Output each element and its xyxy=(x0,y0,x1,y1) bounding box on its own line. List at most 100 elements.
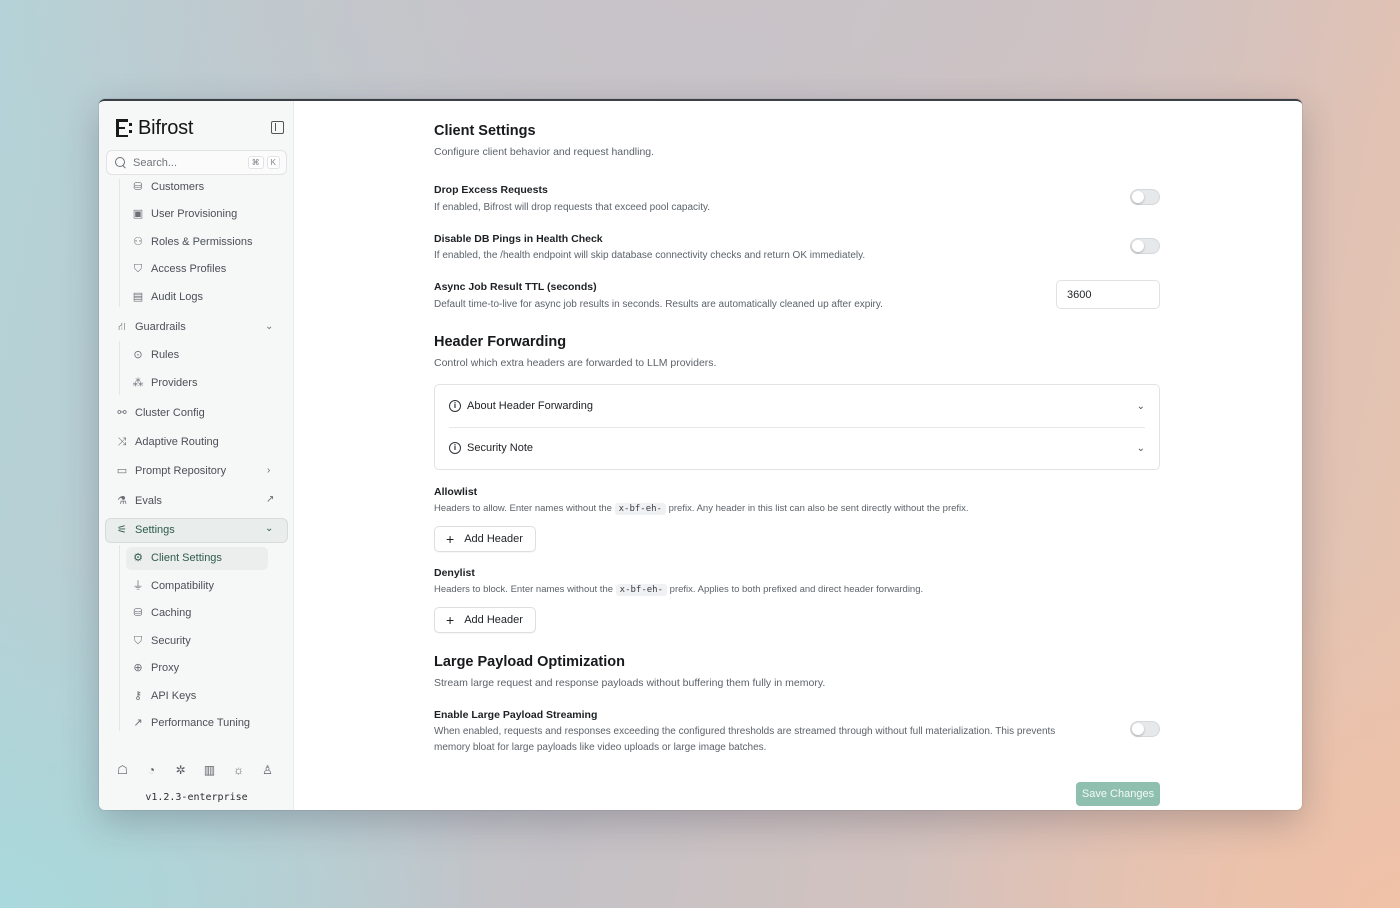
header-forwarding-title: Header Forwarding xyxy=(434,334,567,350)
sidebar-item-rules[interactable]: ⊙ Rules xyxy=(132,349,179,361)
chevron-down-icon[interactable]: ⌄ xyxy=(265,321,273,332)
trending-up-icon: ↗ xyxy=(133,716,143,729)
header-forwarding-description: Control which extra headers are forwarde… xyxy=(434,357,717,369)
main-content: Client Settings Configure client behavio… xyxy=(294,107,1302,810)
chevron-right-icon[interactable]: › xyxy=(267,465,270,476)
drop-excess-toggle[interactable] xyxy=(1130,189,1160,205)
github-icon[interactable]: ◔ xyxy=(145,763,158,777)
database-icon: ⛁ xyxy=(133,180,143,193)
disable-db-pings-description: If enabled, the /health endpoint will sk… xyxy=(434,250,866,261)
allowlist-prefix-code: x-bf-eh- xyxy=(614,503,666,515)
brand[interactable]: Bifrost xyxy=(116,117,193,139)
docs-icon[interactable]: ▥ xyxy=(203,763,216,777)
denylist-desc-before: Headers to block. Enter names without th… xyxy=(434,584,614,595)
shield-icon: ⛉ xyxy=(133,634,143,647)
sidebar-item-prompt-repository[interactable]: ▭ Prompt Repository xyxy=(116,465,226,477)
sidebar-item-security[interactable]: ⛉ Security xyxy=(132,635,191,647)
async-ttl-input[interactable]: 3600 xyxy=(1056,280,1160,309)
user-icon[interactable]: ♙ xyxy=(261,763,274,777)
version-label: v1.2.3-enterprise xyxy=(145,792,248,803)
sidebar-item-api-keys[interactable]: ⚷ API Keys xyxy=(132,690,196,702)
drop-excess-description: If enabled, Bifrost will drop requests t… xyxy=(434,202,711,213)
sidebar-item-guardrails[interactable]: ⛙ Guardrails xyxy=(116,321,186,333)
bug-icon[interactable]: ✲ xyxy=(174,763,187,777)
collapse-sidebar-icon[interactable] xyxy=(271,121,284,134)
add-header-label: Add Header xyxy=(464,533,523,545)
drop-excess-label: Drop Excess Requests xyxy=(434,184,548,196)
disable-db-pings-toggle[interactable] xyxy=(1130,238,1160,254)
database-icon: ⛁ xyxy=(133,606,143,619)
footer-icons: ☖ ◔ ✲ ▥ ☼ ♙ xyxy=(116,763,274,777)
sidebar-item-label: Evals xyxy=(135,495,162,507)
denylist-add-header-button[interactable]: + Add Header xyxy=(434,607,536,633)
sidebar-item-user-provisioning[interactable]: ▣ User Provisioning xyxy=(132,208,237,220)
sidebar-item-client-settings[interactable]: ⚙ Client Settings xyxy=(132,552,222,564)
search-input[interactable]: Search... ⌘ K xyxy=(106,150,287,175)
add-header-label: Add Header xyxy=(464,614,523,626)
large-payload-description: Stream large request and response payloa… xyxy=(434,677,826,689)
chevron-down-icon: ⌄ xyxy=(1136,442,1145,454)
sidebar-item-customers[interactable]: ⛁ Customers xyxy=(132,181,204,193)
sidebar-item-providers[interactable]: ⁂ Providers xyxy=(132,377,198,389)
payload-streaming-description-line2: memory bloat for large payloads like vid… xyxy=(434,742,767,753)
shuffle-icon: ⤨ xyxy=(117,435,127,448)
info-icon: i xyxy=(449,400,461,412)
sidebar-item-adaptive-routing[interactable]: ⤨ Adaptive Routing xyxy=(116,436,219,448)
cmd-key: ⌘ xyxy=(247,156,264,169)
payload-streaming-toggle[interactable] xyxy=(1130,721,1160,737)
large-payload-title: Large Payload Optimization xyxy=(434,654,625,670)
sun-icon[interactable]: ☼ xyxy=(232,763,245,777)
sidebar-item-label: Compatibility xyxy=(151,580,214,592)
sidebar-item-label: Access Profiles xyxy=(151,263,227,275)
sidebar-item-label: Adaptive Routing xyxy=(135,436,219,448)
sidebar-item-label: Rules xyxy=(151,349,180,361)
accordion-about-header-forwarding[interactable]: i About Header Forwarding ⌄ xyxy=(449,396,1145,416)
flask-icon: ⚗ xyxy=(117,494,127,507)
client-settings-title: Client Settings xyxy=(434,123,536,139)
sidebar-item-performance-tuning[interactable]: ↗ Performance Tuning xyxy=(132,717,250,729)
chevron-down-icon[interactable]: ⌄ xyxy=(265,523,273,534)
search-shortcut: ⌘ K xyxy=(247,156,280,169)
sidebar-item-label: Proxy xyxy=(151,662,180,674)
key-icon: ⚷ xyxy=(133,689,143,702)
async-ttl-description: Default time-to-live for async job resul… xyxy=(434,299,883,310)
sidebar-item-cluster-config[interactable]: ⚯ Cluster Config xyxy=(116,406,204,419)
sidebar-item-evals[interactable]: ⚗ Evals xyxy=(116,495,162,507)
gear-icon: ⚙ xyxy=(133,551,143,564)
denylist-desc-after: prefix. Applies to both prefixed and dir… xyxy=(669,584,924,595)
sidebar-item-access-profiles[interactable]: ⛉ Access Profiles xyxy=(132,263,226,275)
sidebar-item-roles-permissions[interactable]: ⚇ Roles & Permissions xyxy=(132,236,252,248)
search-check-icon: ⊙ xyxy=(133,348,143,361)
sidebar-item-label: Settings xyxy=(135,524,175,536)
sidebar-item-label: User Provisioning xyxy=(151,208,238,220)
save-changes-button[interactable]: Save Changes xyxy=(1076,782,1160,806)
allowlist-add-header-button[interactable]: + Add Header xyxy=(434,526,536,552)
sidebar-item-label: Security xyxy=(151,635,191,647)
bifrost-logo-icon xyxy=(116,119,132,137)
sidebar-item-audit-logs[interactable]: ▤ Audit Logs xyxy=(132,291,203,303)
sidebar-item-label: Providers xyxy=(151,377,198,389)
payload-streaming-description-line1: When enabled, requests and responses exc… xyxy=(434,726,1056,737)
shield-icon: ⛉ xyxy=(133,262,143,275)
app-window: Bifrost Search... ⌘ K ⛁ Customers ▣ User… xyxy=(99,99,1302,810)
accordion-security-note[interactable]: i Security Note ⌄ xyxy=(449,438,1145,458)
sidebar-item-settings[interactable]: ⚟ Settings xyxy=(116,524,175,536)
search-placeholder: Search... xyxy=(133,156,178,169)
payload-streaming-label: Enable Large Payload Streaming xyxy=(434,709,598,721)
guardrails-icon: ⛙ xyxy=(118,320,126,333)
network-icon: ⚯ xyxy=(117,406,127,419)
sidebar-item-proxy[interactable]: ⊕ Proxy xyxy=(132,662,179,674)
sidebar-item-caching[interactable]: ⛁ Caching xyxy=(132,607,191,619)
disable-db-pings-label: Disable DB Pings in Health Check xyxy=(434,233,603,245)
sidebar-item-compatibility[interactable]: ⏚ Compatibility xyxy=(132,580,214,592)
sidebar-item-label: API Keys xyxy=(151,690,197,702)
plus-icon: + xyxy=(446,612,455,628)
accordion-label: Security Note xyxy=(467,442,534,454)
k-key: K xyxy=(266,156,280,169)
brand-name: Bifrost xyxy=(138,116,194,139)
subnav-line xyxy=(119,545,120,731)
discord-icon[interactable]: ☖ xyxy=(116,763,129,777)
external-link-icon[interactable]: ↗ xyxy=(266,494,274,505)
sidebar-item-label: Client Settings xyxy=(151,552,222,564)
sidebar-item-label: Customers xyxy=(151,181,205,193)
